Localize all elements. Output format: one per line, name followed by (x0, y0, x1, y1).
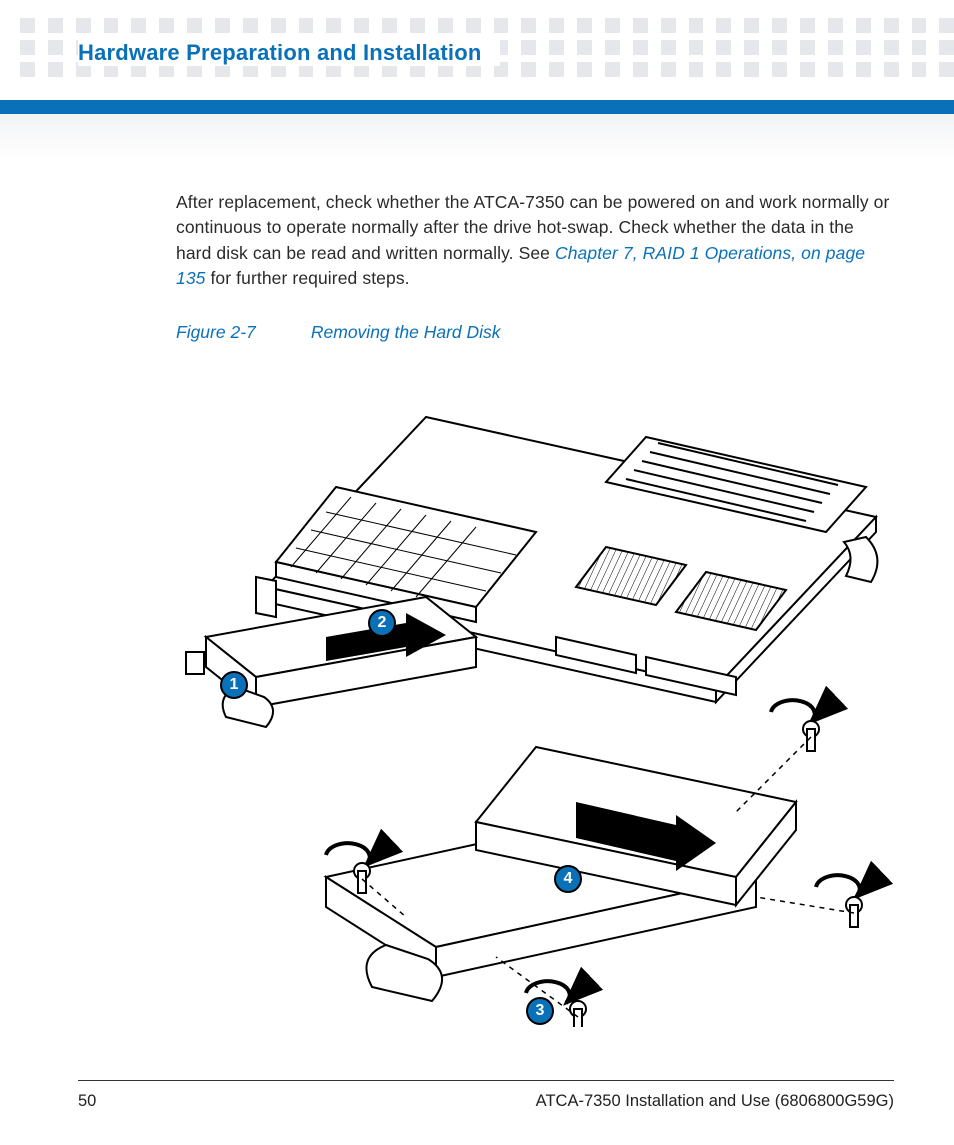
callout-2: 2 (368, 609, 396, 637)
content-area: After replacement, check whether the ATC… (176, 190, 894, 1027)
chapter-title: Hardware Preparation and Installation (78, 40, 482, 65)
callout-4: 4 (554, 865, 582, 893)
callout-3: 3 (526, 997, 554, 1025)
header-gradient (0, 114, 954, 162)
para-text-post: for further required steps. (206, 268, 410, 288)
footer: 50 ATCA-7350 Installation and Use (68068… (78, 1092, 894, 1111)
header-rule (0, 100, 954, 114)
footer-rule (78, 1080, 894, 1081)
page-number: 50 (78, 1092, 96, 1111)
page: Hardware Preparation and Installation Af… (0, 0, 954, 1145)
callout-1: 1 (220, 671, 248, 699)
figure-illustration: 1 2 3 4 (176, 357, 896, 1027)
header-title-wrap: Hardware Preparation and Installation (78, 40, 500, 66)
body-paragraph: After replacement, check whether the ATC… (176, 190, 894, 292)
figure-caption: Figure 2-7 Removing the Hard Disk (176, 322, 894, 343)
figure-title: Removing the Hard Disk (311, 322, 501, 342)
doc-id: ATCA-7350 Installation and Use (6806800G… (536, 1092, 894, 1111)
figure-number: Figure 2-7 (176, 322, 306, 343)
